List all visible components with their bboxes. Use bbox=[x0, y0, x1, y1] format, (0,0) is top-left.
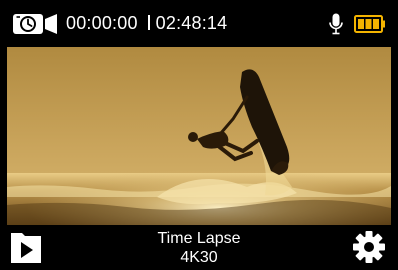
camera-viewfinder[interactable] bbox=[7, 47, 391, 225]
bottom-bar: Time Lapse 4K30 bbox=[0, 225, 398, 270]
status-bar: 00:00:00 02:48:14 bbox=[0, 0, 398, 47]
capture-mode-label[interactable]: Time Lapse bbox=[120, 230, 278, 248]
elapsed-time: 00:00:00 bbox=[66, 13, 138, 33]
resolution-label[interactable]: 4K30 bbox=[120, 249, 278, 267]
gear-icon[interactable] bbox=[353, 230, 385, 264]
timelapse-camera-icon[interactable] bbox=[12, 12, 58, 36]
timer-separator bbox=[147, 15, 150, 30]
photo-jetski-rider-sunset bbox=[7, 47, 391, 225]
recording-timer: 00:00:00 02:48:14 bbox=[66, 11, 227, 35]
battery-full-icon bbox=[354, 15, 385, 33]
playback-icon[interactable] bbox=[10, 230, 42, 264]
microphone-icon bbox=[329, 13, 343, 35]
remaining-time: 02:48:14 bbox=[155, 13, 228, 33]
